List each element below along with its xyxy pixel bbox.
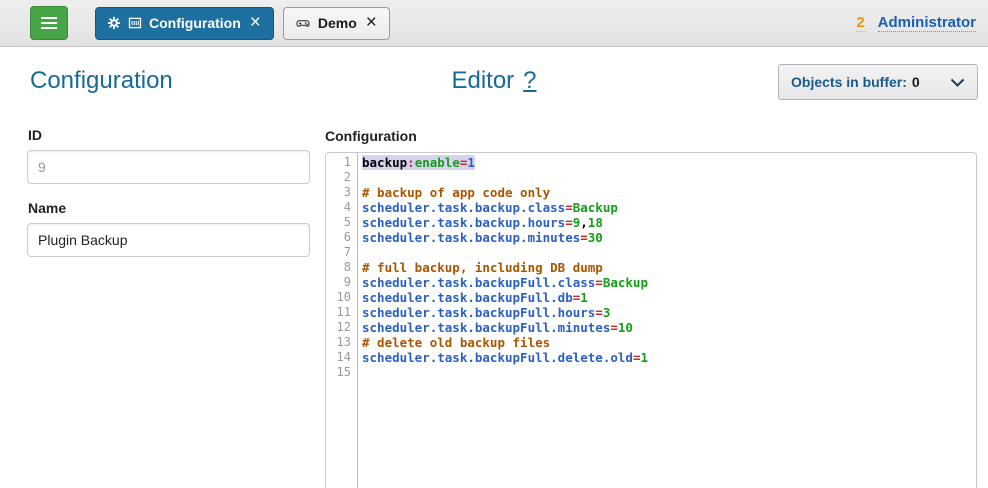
line-number: 12 xyxy=(326,320,351,335)
name-label: Name xyxy=(28,200,66,216)
editor-title-text: Editor xyxy=(451,67,514,94)
code-line: scheduler.task.backupFull.class=Backup xyxy=(362,275,976,290)
line-number: 5 xyxy=(326,215,351,230)
line-number: 8 xyxy=(326,260,351,275)
line-number: 6 xyxy=(326,230,351,245)
code-line xyxy=(362,365,976,380)
tab-label: Demo xyxy=(318,15,357,31)
hamburger-icon xyxy=(41,22,57,24)
line-number: 10 xyxy=(326,290,351,305)
code-line: scheduler.task.backup.hours=9,18 xyxy=(362,215,976,230)
line-number: 1 xyxy=(326,155,351,170)
code-line xyxy=(362,245,976,260)
line-number: 4 xyxy=(326,200,351,215)
objects-in-buffer-dropdown[interactable]: Objects in buffer: 0 xyxy=(778,64,978,100)
chevron-down-icon xyxy=(950,78,965,87)
buffer-count: 0 xyxy=(912,74,920,90)
tab-label: Configuration xyxy=(149,15,241,31)
tab-bar: Configuration × Demo × xyxy=(95,7,390,40)
code-line: scheduler.task.backup.class=Backup xyxy=(362,200,976,215)
code-line: # backup of app code only xyxy=(362,185,976,200)
line-number: 9 xyxy=(326,275,351,290)
administrator-link[interactable]: Administrator xyxy=(878,14,976,32)
gear-icon xyxy=(107,16,121,30)
line-number: 15 xyxy=(326,365,351,380)
configuration-code-editor[interactable]: 123456789101112131415 backup:enable=1# b… xyxy=(325,152,977,488)
menu-button[interactable] xyxy=(30,6,68,40)
tab-close-icon[interactable]: × xyxy=(249,16,262,30)
id-label: ID xyxy=(28,127,42,143)
editor-code[interactable]: backup:enable=1 # backup of app code only… xyxy=(358,153,976,488)
topbar: Configuration × Demo × 2 Administrator xyxy=(0,0,988,47)
line-number: 2 xyxy=(326,170,351,185)
code-line: scheduler.task.backupFull.delete.old=1 xyxy=(362,350,976,365)
editor-gutter: 123456789101112131415 xyxy=(326,153,358,488)
gamepad-icon xyxy=(295,16,311,31)
code-line: scheduler.task.backupFull.minutes=10 xyxy=(362,320,976,335)
user-area: 2 Administrator xyxy=(856,14,976,32)
line-number: 13 xyxy=(326,335,351,350)
buffer-label: Objects in buffer: xyxy=(791,74,907,90)
line-number: 14 xyxy=(326,350,351,365)
configuration-label: Configuration xyxy=(325,128,417,144)
code-line: # full backup, including DB dump xyxy=(362,260,976,275)
code-line: scheduler.task.backupFull.hours=3 xyxy=(362,305,976,320)
main-content: Configuration Editor? Objects in buffer:… xyxy=(0,47,988,488)
line-number: 11 xyxy=(326,305,351,320)
line-number: 3 xyxy=(326,185,351,200)
id-field[interactable] xyxy=(27,150,310,184)
code-line xyxy=(362,170,976,185)
code-line: backup:enable=1 xyxy=(362,155,976,170)
code-line: # delete old backup files xyxy=(362,335,976,350)
line-number: 7 xyxy=(326,245,351,260)
code-line: scheduler.task.backupFull.db=1 xyxy=(362,290,976,305)
tab-demo[interactable]: Demo × xyxy=(283,7,390,40)
selected-text: backup:enable=1 xyxy=(362,155,475,170)
help-link[interactable]: ? xyxy=(523,67,536,94)
notification-count-link[interactable]: 2 xyxy=(856,14,864,32)
name-field[interactable] xyxy=(27,223,310,257)
tab-configuration[interactable]: Configuration × xyxy=(95,7,274,40)
code-line: scheduler.task.backup.minutes=30 xyxy=(362,230,976,245)
panel-icon xyxy=(128,16,142,30)
tab-close-icon[interactable]: × xyxy=(365,16,378,30)
